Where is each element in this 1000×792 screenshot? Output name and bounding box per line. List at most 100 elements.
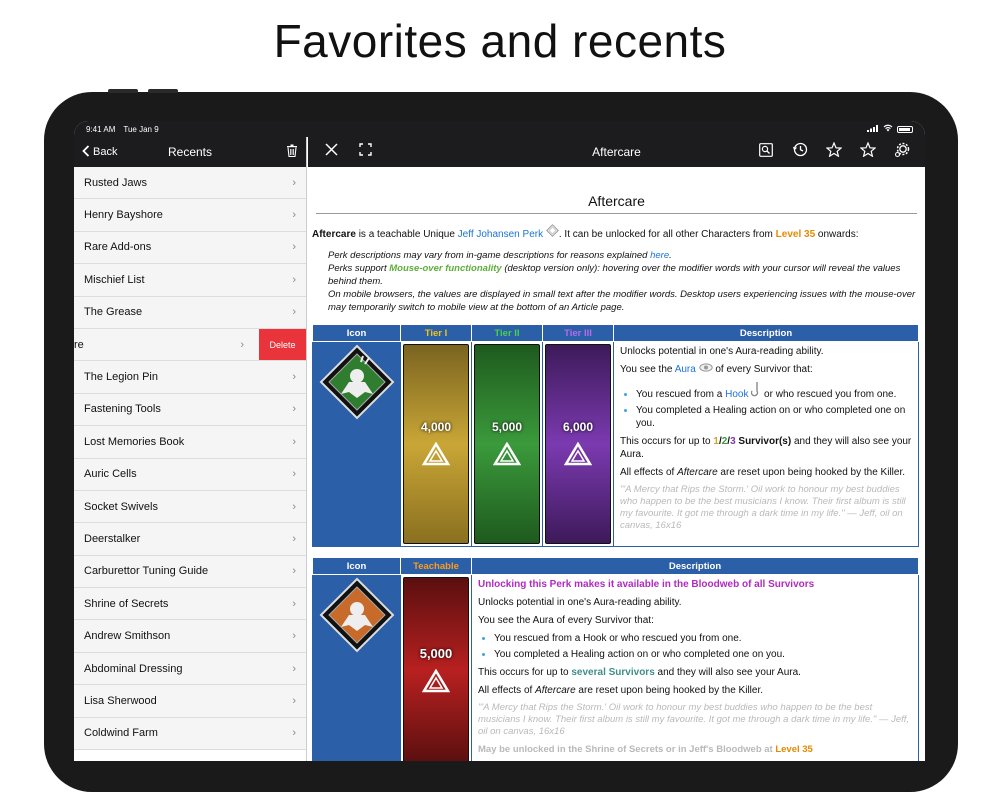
search-page-button[interactable] — [755, 141, 777, 163]
settings-button[interactable] — [891, 141, 913, 163]
teachable-cell: 5,000 — [400, 574, 472, 761]
chevron-right-icon: › — [292, 273, 296, 286]
list-item-label: Auric Cells — [84, 468, 137, 481]
headline: Favorites and recents — [273, 15, 727, 67]
recents-item-coldwind-farm[interactable]: Coldwind Farm › — [74, 717, 306, 751]
status-date: Tue Jan 9 — [123, 124, 159, 134]
recents-item-auric-cells[interactable]: Auric Cells › — [74, 458, 306, 491]
favorites-button[interactable] — [823, 141, 845, 163]
aura-link[interactable]: Aura — [675, 364, 696, 375]
recents-item-lisa-sherwood[interactable]: Lisa Sherwood › — [74, 685, 306, 718]
article-content: Aftercare Aftercare is a teachable Uniqu… — [308, 167, 925, 761]
desc-p3: This occurs for up to 1/2/3 Survivor(s) … — [620, 435, 912, 461]
list-item-label: Rusted Jaws — [84, 176, 147, 189]
desc-p3-text: This occurs for up to — [620, 436, 714, 447]
add-favorite-button[interactable] — [857, 141, 879, 163]
note-1-end: . — [669, 250, 672, 261]
chevron-right-icon: › — [292, 435, 296, 448]
article-toolbar: Aftercare — [308, 137, 925, 167]
perk-name: Aftercare — [312, 229, 356, 240]
col-description: Description — [471, 557, 919, 575]
list-item-label: Abdominal Dressing — [84, 662, 183, 675]
tier-1-cost: 4,000 — [420, 419, 452, 434]
col-icon: Icon — [312, 324, 401, 342]
recents-item-fastening-tools[interactable]: Fastening Tools › — [74, 393, 306, 427]
col-description: Description — [613, 324, 919, 342]
teachable-description-cell: Unlocking this Perk makes it available i… — [471, 574, 919, 761]
recents-item-carburettor-tuning-guide[interactable]: Carburettor Tuning Guide › — [74, 555, 306, 589]
desc-p1: Unlocks potential in one's Aura-reading … — [620, 346, 824, 357]
tier-3-card: 6,000 — [545, 344, 611, 544]
recents-item-socket-swivels[interactable]: Socket Swivels › — [74, 490, 306, 524]
back-button[interactable]: Back — [82, 144, 117, 160]
recents-item-lost-memories-book[interactable]: Lost Memories Book › — [74, 426, 306, 459]
star-add-icon — [859, 141, 877, 162]
history-button[interactable] — [789, 141, 811, 163]
list-item-label: Andrew Smithson — [84, 630, 171, 643]
list-item-label: Shrine of Secrets — [84, 597, 169, 610]
recents-sidebar: Back Recents Rusted Jaws › Henry Bayshore… — [74, 137, 307, 761]
delete-button[interactable]: Delete — [259, 328, 306, 361]
list-item-label: Henry Bayshore — [84, 209, 163, 222]
article-pane: Aftercare Aftercare Aftercare is a teach… — [308, 137, 925, 761]
intro-text-2: . It can be unlocked for all other Chara… — [558, 229, 776, 240]
status-time: 9:41 AM — [86, 124, 116, 134]
clear-recents-button[interactable] — [286, 144, 298, 160]
desc-p4: All effects of Aftercare are reset upon … — [478, 684, 912, 697]
trash-icon — [286, 144, 298, 160]
close-icon — [324, 143, 338, 161]
here-link[interactable]: here — [650, 250, 669, 261]
recents-item-swiped[interactable]: re › Delete — [74, 328, 306, 362]
recents-item-the-legion-pin[interactable]: The Legion Pin › — [74, 361, 306, 394]
chevron-right-icon: › — [292, 241, 296, 254]
tier-2-card: 5,000 — [474, 344, 540, 544]
recents-item-andrew-smithson[interactable]: Andrew Smithson › — [74, 620, 306, 653]
hook-link[interactable]: Hook — [725, 389, 748, 400]
teachable-cost: 5,000 — [419, 646, 453, 661]
recents-item-rare-add-ons[interactable]: Rare Add-ons › — [74, 231, 306, 265]
recents-list: Rusted Jaws › Henry Bayshore › Rare Add-on… — [74, 167, 306, 751]
close-button[interactable] — [320, 141, 342, 163]
level-35-label: Level 35 — [775, 229, 816, 240]
tier-3-cell: 6,000 — [542, 341, 614, 547]
chevron-right-icon: › — [292, 371, 296, 384]
recents-item-mischief-list[interactable]: Mischief List › — [74, 264, 306, 297]
page-title: Aftercare — [316, 167, 917, 214]
recents-item-abdominal-dressing[interactable]: Abdominal Dressing › — [74, 652, 306, 686]
status-bar: 9:41 AM Tue Jan 9 — [74, 121, 925, 137]
chevron-right-icon: › — [292, 468, 296, 481]
list-item-label: re — [74, 338, 84, 351]
chevron-right-icon: › — [292, 532, 296, 545]
col-tier-1: Tier I — [400, 324, 472, 342]
several-survivors-highlight: several Survivors — [571, 667, 655, 678]
battery-icon — [897, 125, 913, 133]
recents-item-rusted-jaws[interactable]: Rusted Jaws › — [74, 167, 306, 200]
sidebar-header: Back Recents — [74, 137, 306, 167]
tier-2-cost: 5,000 — [491, 419, 523, 434]
list-item-label: The Legion Pin — [84, 371, 158, 384]
diamond-icon — [545, 224, 559, 240]
tier-2-cell: 5,000 — [471, 341, 543, 547]
list-item-label: Lisa Sherwood — [84, 694, 157, 707]
recents-item-henry-bayshore[interactable]: Henry Bayshore › — [74, 199, 306, 232]
perk-tier-table: Icon Tier I Tier II Tier III Description — [312, 324, 919, 547]
fullscreen-button[interactable] — [354, 141, 376, 163]
recents-item-the-grease[interactable]: The Grease › — [74, 296, 306, 329]
col-icon: Icon — [312, 557, 401, 575]
recents-item-deerstalker[interactable]: Deerstalker › — [74, 523, 306, 556]
desc-p3-text: This occurs for up to — [478, 667, 572, 678]
list-item: You rescued from a Hook or who rescued y… — [494, 632, 912, 645]
chevron-right-icon: › — [240, 338, 244, 351]
chevron-right-icon: › — [292, 662, 296, 675]
expand-icon — [358, 143, 372, 161]
jeff-johansen-perk-link[interactable]: Jeff Johansen Perk — [458, 229, 543, 240]
desc-list: You rescued from a Hook or who rescued y… — [636, 381, 912, 430]
col-teachable: Teachable — [400, 557, 472, 575]
recents-item-shrine-of-secrets[interactable]: Shrine of Secrets › — [74, 588, 306, 621]
perk-description-cell: Unlocks potential in one's Aura-reading … — [613, 341, 919, 547]
notes-block: Perk descriptions may vary from in-game … — [312, 249, 921, 314]
chevron-right-icon: › — [292, 694, 296, 707]
flavour-quote: "'A Mercy that Rips the Storm.' Oil work… — [478, 702, 910, 737]
list-item-label: Rare Add-ons — [84, 241, 152, 254]
tier-1-card: 4,000 — [403, 344, 469, 544]
